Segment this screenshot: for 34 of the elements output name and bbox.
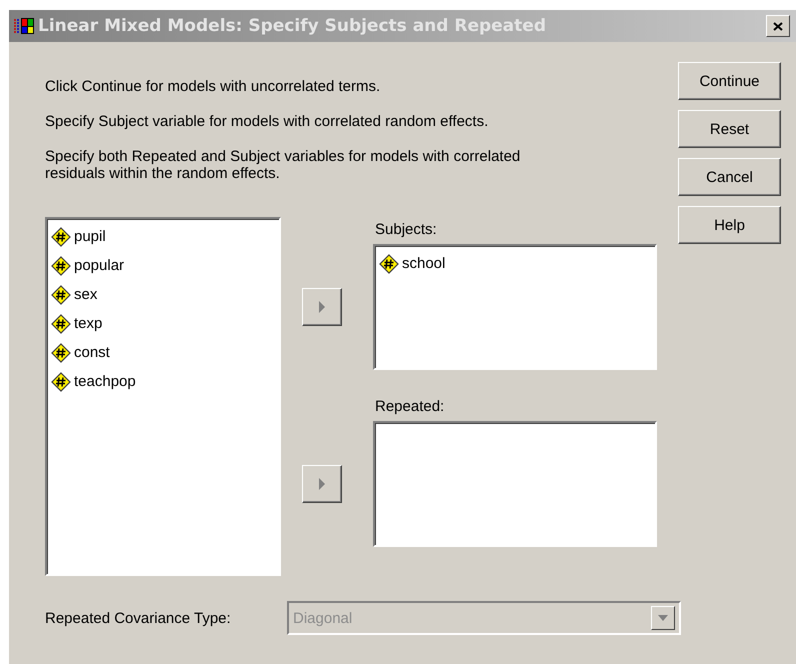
variable-name[interactable]: teachpop [74,373,136,390]
variable-list[interactable]: pupil popular sex texp const teachpop [45,217,281,576]
dialog-button[interactable]: Continue [678,62,781,100]
list-label: Subjects: [375,221,438,240]
dialog-button[interactable]: Help [678,206,781,244]
covariance-type-label: Repeated Covariance Type: [45,610,232,626]
variable-name[interactable]: const [74,344,110,361]
app-icon [13,17,35,35]
scale-variable-icon [51,342,71,362]
variable-name[interactable]: school [402,255,446,272]
scale-variable-icon [51,284,71,304]
scale-variable-icon [51,314,71,334]
target-list[interactable]: school [373,244,657,370]
scale-variable-icon [51,226,71,246]
variable-name[interactable]: sex [74,286,98,303]
close-icon [773,22,783,30]
window-title: Linear Mixed Models: Specify Subjects and Repeated [38,16,547,36]
instruction-text: Click Continue for models with uncorrelated terms. [45,78,382,95]
right-arrow-icon [318,477,326,491]
variable-name[interactable]: pupil [74,228,106,245]
dialog-button[interactable]: Reset [678,110,781,148]
instruction-text: Specify both Repeated and Subject variables for models with correlated residuals within the random effects. [45,148,522,182]
scale-variable-icon [51,256,71,276]
scale-variable-icon [51,372,71,392]
right-arrow-icon [318,300,326,314]
instruction-text: Specify Subject variable for models with correlated random effects. [45,113,490,130]
variable-name[interactable]: popular [74,257,124,274]
list-label: Repeated: [375,398,446,417]
caret-icon [658,615,668,621]
scale-variable-icon [379,254,399,274]
variable-name[interactable]: texp [74,315,102,332]
dialog-button[interactable]: Cancel [678,158,781,196]
close-button[interactable] [766,15,790,37]
target-list[interactable] [373,421,657,547]
